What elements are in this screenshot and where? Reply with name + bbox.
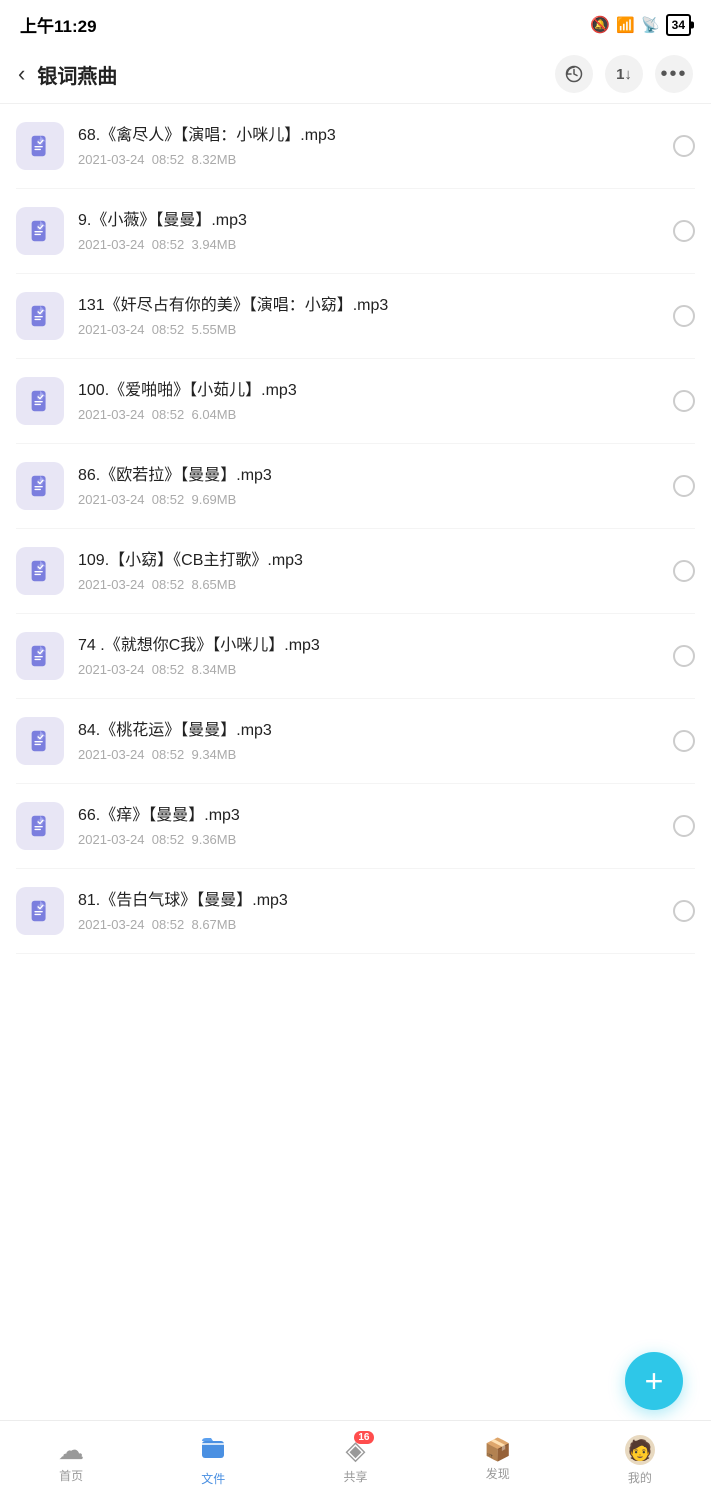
file-icon (16, 802, 64, 850)
more-icon: ••• (660, 63, 687, 86)
fab-add-icon: + (645, 1365, 664, 1397)
file-meta: 2021-03-24 08:52 8.34MB (78, 662, 663, 677)
file-name: 86.《欧若拉》【曼曼】.mp3 (78, 465, 663, 487)
file-meta: 2021-03-24 08:52 9.36MB (78, 832, 663, 847)
file-info: 109.【小窈】《CB主打歌》.mp3 2021-03-24 08:52 8.6… (78, 550, 663, 591)
home-icon: ☁ (58, 1437, 84, 1463)
file-icon (16, 207, 64, 255)
discover-label: 发现 (486, 1465, 510, 1482)
file-info: 68.《禽尽人》【演唱：小咪儿】.mp3 2021-03-24 08:52 8.… (78, 125, 663, 166)
file-meta: 2021-03-24 08:52 3.94MB (78, 237, 663, 252)
file-meta: 2021-03-24 08:52 6.04MB (78, 407, 663, 422)
battery-indicator: 34 (666, 14, 691, 36)
share-badge-container: ◈ 16 (346, 1437, 366, 1464)
file-select-circle[interactable] (673, 390, 695, 412)
mine-label: 我的 (628, 1469, 652, 1486)
files-icon (199, 1434, 227, 1466)
file-meta: 2021-03-24 08:52 8.67MB (78, 917, 663, 932)
file-name: 74 .《就想你C我》【小咪儿】.mp3 (78, 635, 663, 657)
nav-item-files[interactable]: 文件 (142, 1434, 284, 1487)
file-select-circle[interactable] (673, 220, 695, 242)
file-select-circle[interactable] (673, 815, 695, 837)
nav-item-home[interactable]: ☁ 首页 (0, 1437, 142, 1484)
file-icon (16, 377, 64, 425)
file-icon (16, 292, 64, 340)
sort-icon: 1↓ (616, 66, 632, 83)
file-item-7[interactable]: 74 .《就想你C我》【小咪儿】.mp3 2021-03-24 08:52 8.… (16, 614, 695, 699)
file-select-circle[interactable] (673, 900, 695, 922)
file-info: 66.《痒》【曼曼】.mp3 2021-03-24 08:52 9.36MB (78, 805, 663, 846)
share-badge: 16 (354, 1431, 373, 1444)
file-select-circle[interactable] (673, 645, 695, 667)
file-meta: 2021-03-24 08:52 5.55MB (78, 322, 663, 337)
file-name: 131《奸尽占有你的美》【演唱：小窈】.mp3 (78, 295, 663, 317)
file-name: 84.《桃花运》【曼曼】.mp3 (78, 720, 663, 742)
files-label: 文件 (201, 1470, 225, 1487)
status-time: 上午11:29 (20, 12, 97, 37)
file-name: 68.《禽尽人》【演唱：小咪儿】.mp3 (78, 125, 663, 147)
file-info: 81.《告白气球》【曼曼】.mp3 2021-03-24 08:52 8.67M… (78, 890, 663, 931)
nav-item-discover[interactable]: 📦 发现 (427, 1439, 569, 1482)
file-icon (16, 632, 64, 680)
history-button[interactable] (555, 55, 593, 93)
file-item-8[interactable]: 84.《桃花运》【曼曼】.mp3 2021-03-24 08:52 9.34MB (16, 699, 695, 784)
bottom-nav: ☁ 首页 文件 ◈ 16 共享 📦 发现 🧑 我的 (0, 1420, 711, 1500)
file-info: 100.《爱啪啪》【小茹儿】.mp3 2021-03-24 08:52 6.04… (78, 380, 663, 421)
discover-icon: 📦 (484, 1439, 511, 1461)
file-select-circle[interactable] (673, 475, 695, 497)
file-name: 9.《小薇》【曼曼】.mp3 (78, 210, 663, 232)
file-item-5[interactable]: 86.《欧若拉》【曼曼】.mp3 2021-03-24 08:52 9.69MB (16, 444, 695, 529)
mute-icon: 🔕 (590, 15, 610, 35)
back-button[interactable]: ‹ (18, 63, 25, 85)
home-label: 首页 (59, 1467, 83, 1484)
file-item-4[interactable]: 100.《爱啪啪》【小茹儿】.mp3 2021-03-24 08:52 6.04… (16, 359, 695, 444)
wifi-icon: 📡 (641, 16, 660, 34)
file-select-circle[interactable] (673, 560, 695, 582)
file-info: 86.《欧若拉》【曼曼】.mp3 2021-03-24 08:52 9.69MB (78, 465, 663, 506)
file-select-circle[interactable] (673, 305, 695, 327)
file-meta: 2021-03-24 08:52 9.69MB (78, 492, 663, 507)
file-item-6[interactable]: 109.【小窈】《CB主打歌》.mp3 2021-03-24 08:52 8.6… (16, 529, 695, 614)
file-item-10[interactable]: 81.《告白气球》【曼曼】.mp3 2021-03-24 08:52 8.67M… (16, 869, 695, 954)
file-list: 68.《禽尽人》【演唱：小咪儿】.mp3 2021-03-24 08:52 8.… (0, 104, 711, 954)
avatar-image: 🧑 (627, 1438, 652, 1463)
file-icon (16, 717, 64, 765)
nav-item-share[interactable]: ◈ 16 共享 (284, 1437, 426, 1485)
more-button[interactable]: ••• (655, 55, 693, 93)
file-meta: 2021-03-24 08:52 8.32MB (78, 152, 663, 167)
header-actions: 1↓ ••• (555, 55, 693, 93)
avatar: 🧑 (625, 1435, 655, 1465)
file-name: 109.【小窈】《CB主打歌》.mp3 (78, 550, 663, 572)
file-icon (16, 547, 64, 595)
file-select-circle[interactable] (673, 135, 695, 157)
file-icon (16, 887, 64, 935)
file-meta: 2021-03-24 08:52 9.34MB (78, 747, 663, 762)
file-name: 81.《告白气球》【曼曼】.mp3 (78, 890, 663, 912)
fab-add-button[interactable]: + (625, 1352, 683, 1410)
file-item-3[interactable]: 131《奸尽占有你的美》【演唱：小窈】.mp3 2021-03-24 08:52… (16, 274, 695, 359)
status-bar: 上午11:29 🔕 📶 📡 34 (0, 0, 711, 45)
header: ‹ 银词燕曲 1↓ ••• (0, 45, 711, 104)
file-select-circle[interactable] (673, 730, 695, 752)
file-icon (16, 462, 64, 510)
status-icons: 🔕 📶 📡 34 (590, 14, 691, 36)
sort-button[interactable]: 1↓ (605, 55, 643, 93)
page-title: 银词燕曲 (37, 60, 555, 89)
file-name: 66.《痒》【曼曼】.mp3 (78, 805, 663, 827)
file-info: 131《奸尽占有你的美》【演唱：小窈】.mp3 2021-03-24 08:52… (78, 295, 663, 336)
nav-item-mine[interactable]: 🧑 我的 (569, 1435, 711, 1486)
file-name: 100.《爱啪啪》【小茹儿】.mp3 (78, 380, 663, 402)
file-icon (16, 122, 64, 170)
share-label: 共享 (344, 1468, 368, 1485)
file-meta: 2021-03-24 08:52 8.65MB (78, 577, 663, 592)
file-info: 74 .《就想你C我》【小咪儿】.mp3 2021-03-24 08:52 8.… (78, 635, 663, 676)
file-item-1[interactable]: 68.《禽尽人》【演唱：小咪儿】.mp3 2021-03-24 08:52 8.… (16, 104, 695, 189)
signal-icon: 📶 (616, 16, 635, 34)
file-item-9[interactable]: 66.《痒》【曼曼】.mp3 2021-03-24 08:52 9.36MB (16, 784, 695, 869)
file-info: 84.《桃花运》【曼曼】.mp3 2021-03-24 08:52 9.34MB (78, 720, 663, 761)
file-info: 9.《小薇》【曼曼】.mp3 2021-03-24 08:52 3.94MB (78, 210, 663, 251)
file-item-2[interactable]: 9.《小薇》【曼曼】.mp3 2021-03-24 08:52 3.94MB (16, 189, 695, 274)
